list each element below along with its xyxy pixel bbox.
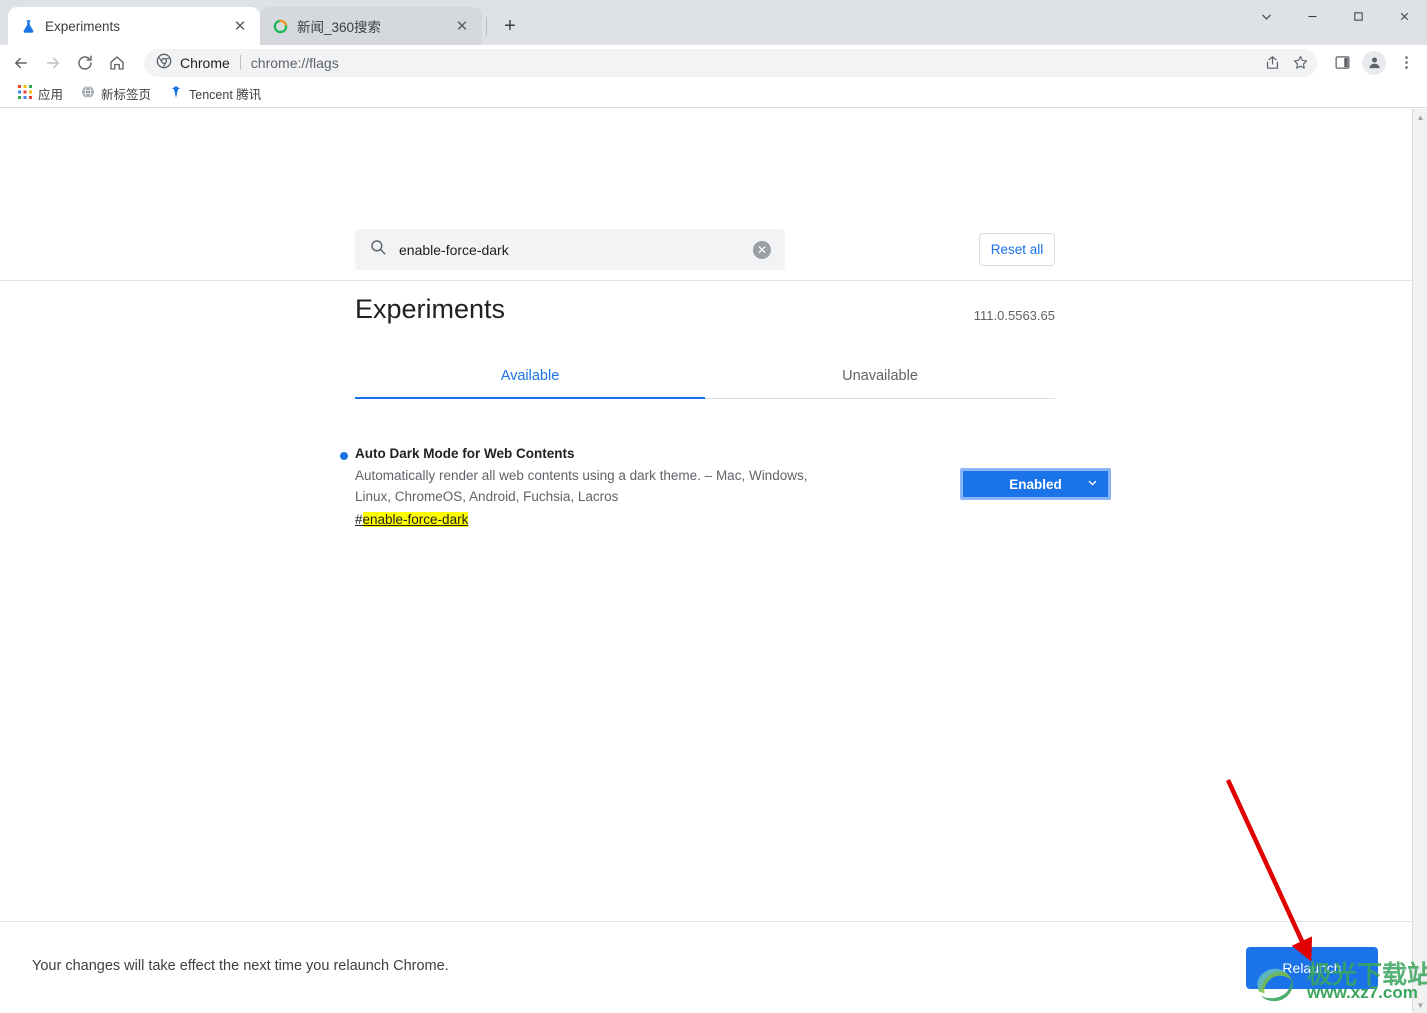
bookmark-new-tab-page[interactable]: 新标签页 (73, 81, 159, 106)
omnibox-url-text: chrome://flags (250, 54, 339, 71)
reset-all-button[interactable]: Reset all (979, 233, 1055, 266)
search-input[interactable] (399, 241, 741, 258)
flag-id[interactable]: #enable-force-dark (355, 512, 469, 527)
page-title: Experiments (355, 294, 506, 324)
modified-flag-dot-icon (340, 452, 348, 460)
address-bar[interactable]: Chrome chrome://flags (144, 48, 1317, 77)
clear-search-icon[interactable]: ✕ (753, 240, 771, 259)
omnibox-chip-label: Chrome (180, 54, 230, 71)
flags-page: ✕ Reset all Experiments 111.0.5563.65 Av… (0, 109, 1412, 1013)
flag-state-select[interactable]: Enabled (960, 468, 1111, 500)
avatar (1362, 50, 1386, 75)
omnibox-actions (1259, 49, 1313, 77)
chrome-version: 111.0.5563.65 (973, 308, 1055, 323)
bookmark-star-icon[interactable] (1287, 50, 1313, 76)
relaunch-bar: Your changes will take effect the next t… (0, 921, 1412, 1013)
apps-grid-icon (18, 85, 32, 102)
flag-entry-auto-dark-mode: Auto Dark Mode for Web Contents Automati… (340, 446, 1111, 529)
forward-icon (38, 48, 68, 78)
tab-close-button[interactable]: ✕ (452, 16, 472, 36)
close-icon[interactable] (1381, 0, 1427, 32)
flag-id-prefix: # (355, 512, 363, 527)
search-icon (369, 238, 387, 261)
scrollbar-down-arrow[interactable]: ▼ (1413, 997, 1427, 1013)
tab-available[interactable]: Available (355, 358, 705, 399)
tencent-icon (169, 85, 183, 102)
header-divider (0, 280, 1412, 281)
page-scrollbar[interactable]: ▲ ▼ (1412, 109, 1427, 1013)
360-logo-icon (272, 18, 289, 35)
tab-unavailable[interactable]: Unavailable (705, 358, 1055, 398)
profile-avatar[interactable] (1359, 48, 1389, 78)
browser-window: Experiments ✕ 新闻_360搜索 ✕ + Chrome chrome… (0, 0, 1427, 1013)
flags-content: Experiments 111.0.5563.65 Available Unav… (340, 294, 1111, 529)
flag-description: Automatically render all web contents us… (355, 468, 808, 504)
tab-search-icon[interactable] (1243, 0, 1289, 32)
browser-toolbar: Chrome chrome://flags (0, 45, 1427, 80)
omnibox-divider (239, 55, 241, 70)
flag-state-value: Enabled (1009, 476, 1062, 492)
flag-id-highlighted: enable-force-dark (362, 512, 469, 527)
bookmark-bar: 应用 新标签页 Tencent 腾讯 (0, 80, 1427, 108)
share-icon[interactable] (1259, 50, 1285, 76)
bookmark-label: 应用 (38, 88, 64, 102)
bookmark-apps[interactable]: 应用 (10, 81, 71, 106)
back-icon[interactable] (6, 48, 36, 78)
side-panel-icon[interactable] (1327, 48, 1357, 78)
tab-experiments[interactable]: Experiments ✕ (8, 7, 260, 45)
flags-search-box[interactable]: ✕ (355, 229, 785, 270)
chrome-logo-icon (156, 53, 172, 72)
tab-close-button[interactable]: ✕ (230, 16, 250, 36)
tab-title: 新闻_360搜索 (297, 20, 382, 35)
bookmark-tencent[interactable]: Tencent 腾讯 (161, 81, 269, 106)
home-icon[interactable] (102, 48, 132, 78)
globe-icon (81, 85, 95, 102)
relaunch-notice: Your changes will take effect the next t… (32, 958, 449, 974)
minimize-icon[interactable] (1289, 0, 1335, 32)
tab-360-news[interactable]: 新闻_360搜索 ✕ (260, 7, 482, 45)
tab-title: Experiments (45, 18, 121, 34)
bookmark-label: 新标签页 (101, 88, 152, 102)
maximize-icon[interactable] (1335, 0, 1381, 32)
relaunch-button[interactable]: Relaunch (1246, 947, 1378, 989)
new-tab-button[interactable]: + (495, 11, 525, 41)
tab-strip: Experiments ✕ 新闻_360搜索 ✕ + (0, 0, 1427, 45)
reload-icon[interactable] (70, 48, 100, 78)
scrollbar-up-arrow[interactable]: ▲ (1413, 109, 1427, 125)
bookmark-label: Tencent 腾讯 (189, 88, 262, 102)
three-dot-menu-icon[interactable] (1391, 48, 1421, 78)
chevron-down-icon (1087, 477, 1098, 491)
tab-divider (486, 17, 487, 35)
flask-icon (20, 18, 37, 35)
flag-title: Auto Dark Mode for Web Contents (355, 446, 575, 461)
window-controls (1243, 0, 1427, 45)
flags-tabs: Available Unavailable (355, 358, 1055, 399)
